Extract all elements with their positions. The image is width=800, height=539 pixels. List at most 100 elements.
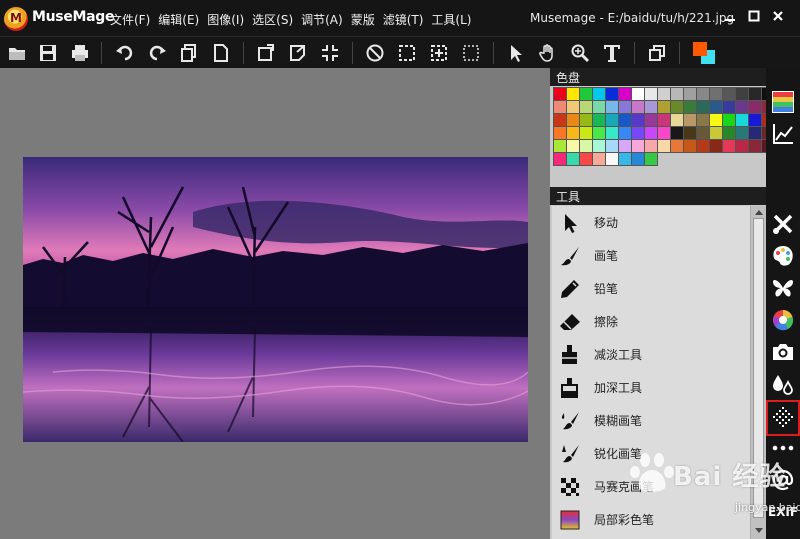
- color-swatch[interactable]: [553, 87, 567, 101]
- color-swatch[interactable]: [722, 139, 736, 153]
- color-swatch[interactable]: [709, 100, 723, 114]
- color-swatch[interactable]: [553, 152, 567, 166]
- color-swatch[interactable]: [748, 87, 762, 101]
- tool-blur-brush[interactable]: 模糊画笔: [552, 404, 750, 437]
- color-swatch[interactable]: [553, 100, 567, 114]
- menu-edit[interactable]: 编辑(E): [154, 11, 203, 28]
- color-swatch[interactable]: [618, 87, 632, 101]
- menu-image[interactable]: 图像(I): [203, 11, 248, 28]
- tool-local-color[interactable]: 局部彩色笔: [552, 503, 750, 536]
- color-swatch[interactable]: [631, 87, 645, 101]
- shrink-button[interactable]: [318, 41, 342, 65]
- paste-button[interactable]: [209, 41, 233, 65]
- color-swatch[interactable]: [592, 100, 606, 114]
- color-swatch[interactable]: [605, 100, 619, 114]
- color-swatch[interactable]: [683, 139, 697, 153]
- color-swatch[interactable]: [748, 113, 762, 127]
- transform-button[interactable]: [286, 41, 310, 65]
- color-swatch[interactable]: [644, 113, 658, 127]
- dock-more-button[interactable]: [767, 432, 799, 464]
- color-swatch[interactable]: [696, 113, 710, 127]
- color-swatch[interactable]: [579, 152, 593, 166]
- color-swatch[interactable]: [735, 139, 749, 153]
- color-swatch[interactable]: [709, 87, 723, 101]
- tool-burn[interactable]: 加深工具: [552, 371, 750, 404]
- tool-mosaic[interactable]: 马赛克画笔: [552, 470, 750, 503]
- color-swatch[interactable]: [748, 126, 762, 140]
- color-swatch[interactable]: [709, 139, 723, 153]
- tool-pencil[interactable]: 铅笔: [552, 272, 750, 305]
- color-swatch[interactable]: [722, 87, 736, 101]
- color-swatch[interactable]: [566, 113, 580, 127]
- color-swatch[interactable]: [553, 126, 567, 140]
- scroll-up-icon[interactable]: [754, 208, 764, 216]
- layers-button[interactable]: [645, 41, 669, 65]
- color-swatch[interactable]: [722, 113, 736, 127]
- color-swatch[interactable]: [722, 100, 736, 114]
- color-swatch[interactable]: [618, 100, 632, 114]
- dock-camera-button[interactable]: [767, 336, 799, 368]
- color-swatch[interactable]: [566, 139, 580, 153]
- dock-palette-button[interactable]: [767, 240, 799, 272]
- tool-sharpen-brush[interactable]: 锐化画笔: [552, 437, 750, 470]
- color-swatch[interactable]: [592, 126, 606, 140]
- color-swatch[interactable]: [644, 152, 658, 166]
- color-swatch[interactable]: [618, 139, 632, 153]
- color-swatch[interactable]: [670, 87, 684, 101]
- color-swatch[interactable]: [605, 87, 619, 101]
- dock-exif-button[interactable]: EXIF: [767, 496, 799, 528]
- color-swatch[interactable]: [605, 139, 619, 153]
- color-swatch[interactable]: [631, 152, 645, 166]
- color-swatch[interactable]: [657, 126, 671, 140]
- menu-mask[interactable]: 蒙版: [347, 11, 379, 28]
- color-swatch[interactable]: [592, 113, 606, 127]
- save-button[interactable]: [36, 41, 60, 65]
- color-swatch[interactable]: [735, 126, 749, 140]
- color-swatch[interactable]: [683, 113, 697, 127]
- select-expand-button[interactable]: [427, 41, 451, 65]
- text-button[interactable]: [600, 41, 624, 65]
- select-rect-button[interactable]: [395, 41, 419, 65]
- color-swatch[interactable]: [566, 100, 580, 114]
- dock-at-button[interactable]: [767, 464, 799, 496]
- print-button[interactable]: [68, 41, 92, 65]
- color-swatch[interactable]: [670, 126, 684, 140]
- color-swatch[interactable]: [696, 87, 710, 101]
- color-swatch[interactable]: [709, 126, 723, 140]
- color-swatch[interactable]: [579, 126, 593, 140]
- color-swatch[interactable]: [618, 152, 632, 166]
- zoom-button[interactable]: [568, 41, 592, 65]
- menu-select[interactable]: 选区(S): [248, 11, 297, 28]
- tool-move[interactable]: 移动: [552, 206, 750, 239]
- color-swatch[interactable]: [748, 139, 762, 153]
- color-swatch[interactable]: [696, 126, 710, 140]
- color-swatch-button[interactable]: [689, 38, 719, 68]
- color-swatch[interactable]: [592, 152, 606, 166]
- menu-filter[interactable]: 滤镜(T): [379, 11, 428, 28]
- minimize-button[interactable]: [723, 8, 737, 24]
- tool-brush[interactable]: 画笔: [552, 239, 750, 272]
- color-swatch[interactable]: [735, 113, 749, 127]
- color-swatch[interactable]: [605, 152, 619, 166]
- color-swatch[interactable]: [644, 126, 658, 140]
- color-swatch[interactable]: [670, 100, 684, 114]
- maximize-button[interactable]: [747, 8, 761, 24]
- color-swatch[interactable]: [683, 126, 697, 140]
- tool-dodge[interactable]: 减淡工具: [552, 338, 750, 371]
- color-swatch[interactable]: [631, 139, 645, 153]
- color-swatch[interactable]: [657, 113, 671, 127]
- color-swatch[interactable]: [735, 100, 749, 114]
- marquee-button[interactable]: [459, 41, 483, 65]
- color-swatch[interactable]: [657, 139, 671, 153]
- color-swatch[interactable]: [618, 126, 632, 140]
- close-button[interactable]: [771, 8, 785, 24]
- color-swatch[interactable]: [579, 139, 593, 153]
- dock-curve-button[interactable]: [767, 118, 799, 150]
- color-swatch[interactable]: [566, 126, 580, 140]
- color-swatch[interactable]: [631, 113, 645, 127]
- color-swatch[interactable]: [592, 87, 606, 101]
- dock-color-wheel-button[interactable]: [767, 304, 799, 336]
- color-swatch[interactable]: [657, 87, 671, 101]
- color-swatch[interactable]: [748, 100, 762, 114]
- color-swatch[interactable]: [644, 139, 658, 153]
